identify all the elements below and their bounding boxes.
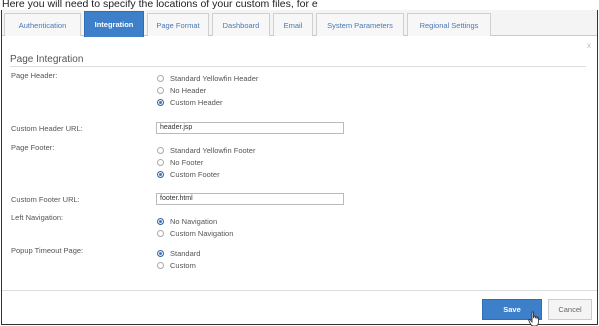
page-header-option-custom[interactable]: Custom Header [157,98,223,107]
tab-regional-settings[interactable]: Regional Settings [407,13,491,36]
section-divider [10,66,586,67]
page-footer-option-custom[interactable]: Custom Footer [157,170,220,179]
tab-integration[interactable]: Integration [84,11,144,37]
left-navigation-option-none[interactable]: No Navigation [157,217,217,226]
tab-authentication[interactable]: Authentication [4,13,81,36]
radio-icon[interactable] [157,87,164,94]
radio-icon[interactable] [157,147,164,154]
radio-selected-icon[interactable] [157,250,164,257]
instruction-caption: Here you will need to specify the locati… [2,0,318,10]
radio-icon[interactable] [157,159,164,166]
radio-selected-icon[interactable] [157,218,164,225]
tab-system-parameters[interactable]: System Parameters [316,13,404,36]
popup-timeout-label: Popup Timeout Page: [11,246,84,255]
footer-divider [2,290,597,291]
tab-email[interactable]: Email [273,13,313,36]
left-navigation-label: Left Navigation: [11,213,64,222]
page-footer-option-standard[interactable]: Standard Yellowfin Footer [157,146,255,155]
custom-footer-url-input[interactable]: footer.html [156,193,344,205]
radio-selected-icon[interactable] [157,99,164,106]
tab-dashboard[interactable]: Dashboard [212,13,270,36]
cancel-button[interactable]: Cancel [548,299,592,320]
popup-timeout-option-custom[interactable]: Custom [157,261,196,270]
page-footer-option-none[interactable]: No Footer [157,158,203,167]
hand-cursor-icon [528,311,539,326]
custom-header-url-input[interactable]: header.jsp [156,122,344,134]
configuration-panel: Authentication Integration Page Format D… [1,10,598,326]
page-header-option-none[interactable]: No Header [157,86,206,95]
page-footer-label: Page Footer: [11,143,55,152]
close-icon[interactable]: x [587,41,591,50]
radio-icon[interactable] [157,262,164,269]
tab-bar: Authentication Integration Page Format D… [2,10,597,37]
section-title: Page Integration [10,54,84,65]
custom-header-url-label: Custom Header URL: [11,124,83,133]
page-header-option-standard[interactable]: Standard Yellowfin Header [157,74,258,83]
page-header-label: Page Header: [11,71,58,80]
popup-timeout-option-standard[interactable]: Standard [157,249,200,258]
radio-icon[interactable] [157,230,164,237]
radio-selected-icon[interactable] [157,171,164,178]
radio-icon[interactable] [157,75,164,82]
left-navigation-option-custom[interactable]: Custom Navigation [157,229,233,238]
tab-page-format[interactable]: Page Format [147,13,209,36]
custom-footer-url-label: Custom Footer URL: [11,195,80,204]
